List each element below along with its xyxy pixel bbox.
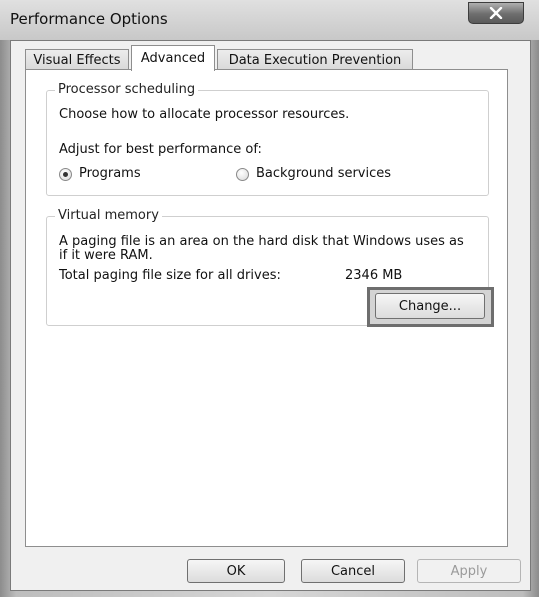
virtual-memory-legend: Virtual memory [55, 208, 162, 223]
apply-button[interactable]: Apply [417, 559, 521, 583]
adjust-performance-label: Adjust for best performance of: [59, 142, 262, 157]
processor-scheduling-description: Choose how to allocate processor resourc… [59, 107, 350, 122]
virtual-memory-description-line2: if it were RAM. [59, 248, 153, 263]
close-icon [489, 7, 503, 19]
processor-scheduling-legend: Processor scheduling [55, 82, 199, 97]
tab-data-execution-prevention[interactable]: Data Execution Prevention [217, 49, 413, 70]
title-bar[interactable]: Performance Options [0, 0, 539, 40]
dialog-client-area: Visual Effects Advanced Data Execution P… [10, 40, 531, 591]
close-button[interactable] [468, 2, 524, 24]
total-paging-size-value: 2346 MB [345, 268, 403, 283]
change-button[interactable]: Change... [375, 293, 485, 319]
virtual-memory-description-line1: A paging file is an area on the hard dis… [59, 234, 464, 249]
total-paging-size-label: Total paging file size for all drives: [59, 268, 281, 283]
programs-radio[interactable] [59, 168, 72, 181]
window-title: Performance Options [10, 10, 168, 28]
processor-scheduling-group: Processor scheduling Choose how to alloc… [46, 82, 489, 196]
tab-visual-effects[interactable]: Visual Effects [25, 49, 129, 70]
background-services-radio-label[interactable]: Background services [256, 166, 391, 181]
programs-radio-label[interactable]: Programs [79, 166, 141, 181]
cancel-button[interactable]: Cancel [301, 559, 405, 583]
performance-options-window: Performance Options Visual Effects Advan… [0, 0, 539, 597]
background-services-radio[interactable] [236, 168, 249, 181]
ok-button[interactable]: OK [187, 559, 285, 583]
tab-advanced[interactable]: Advanced [131, 45, 215, 71]
